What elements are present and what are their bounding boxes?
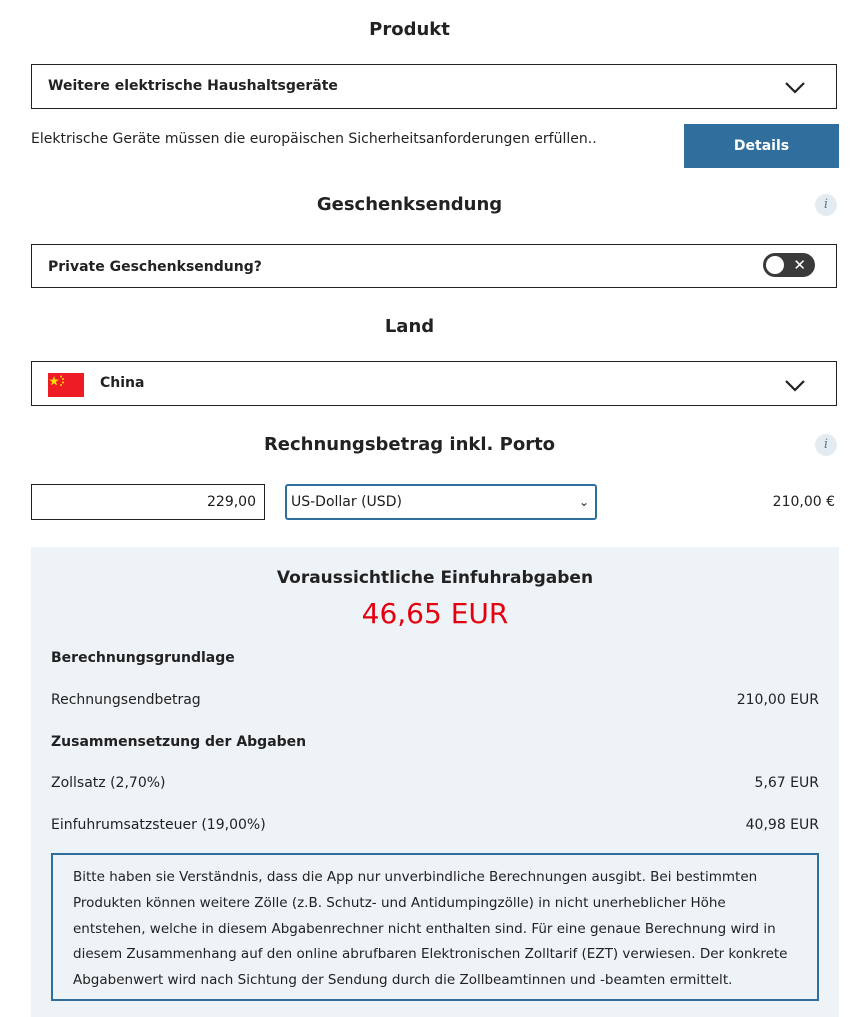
rechnung-title: Rechnungsbetrag inkl. Porto [263,434,556,455]
info-icon[interactable]: i [815,194,837,216]
geschenk-toggle-switch[interactable]: ✕ [763,253,815,277]
invoice-label: Rechnungsendbetrag [51,692,201,708]
land-selected-label: China [100,375,145,391]
produkt-selected-label: Weitere elektrische Haushaltsgeräte [48,78,338,94]
geschenk-toggle-label: Private Geschenksendung? [48,259,262,275]
currency-selected-label: US-Dollar (USD) [291,494,402,510]
produkt-select[interactable]: Weitere elektrische Haushaltsgeräte [31,64,837,109]
chevron-down-icon: ⌄ [578,495,589,509]
produkt-title: Produkt [369,19,450,40]
result-title: Voraussichtliche Einfuhrabgaben [276,568,594,588]
land-title: Land [384,316,435,337]
duty-value: 5,67 EUR [754,775,819,791]
vat-value: 40,98 EUR [745,817,819,833]
details-button[interactable]: Details [684,124,839,168]
china-flag-icon [48,373,84,397]
vat-label: Einfuhrumsatzsteuer (19,00%) [51,817,266,833]
toggle-knob [766,256,784,274]
result-panel: Voraussichtliche Einfuhrabgaben 46,65 EU… [31,547,839,1017]
land-select[interactable]: China [31,361,837,406]
info-icon[interactable]: i [815,434,837,456]
produkt-hint: Elektrische Geräte müssen die europäisch… [31,131,597,147]
currency-select[interactable]: US-Dollar (USD) ⌄ [285,484,597,520]
close-icon: ✕ [793,256,806,274]
total-amount: 46,65 EUR [361,597,509,630]
geschenk-title: Geschenksendung [316,194,503,215]
chevron-down-icon [785,380,805,392]
disclaimer-box: Bitte haben sie Verständnis, dass die Ap… [51,853,819,1001]
basis-heading: Berechnungsgrundlage [51,650,235,666]
duty-label: Zollsatz (2,70%) [51,775,166,791]
invoice-value: 210,00 EUR [736,692,819,708]
amount-input[interactable]: 229,00 [31,484,265,520]
composition-heading: Zusammensetzung der Abgaben [51,734,307,750]
chevron-down-icon [785,82,805,94]
geschenk-toggle-row: Private Geschenksendung? [31,244,837,288]
converted-amount: 210,00 € [772,494,835,510]
